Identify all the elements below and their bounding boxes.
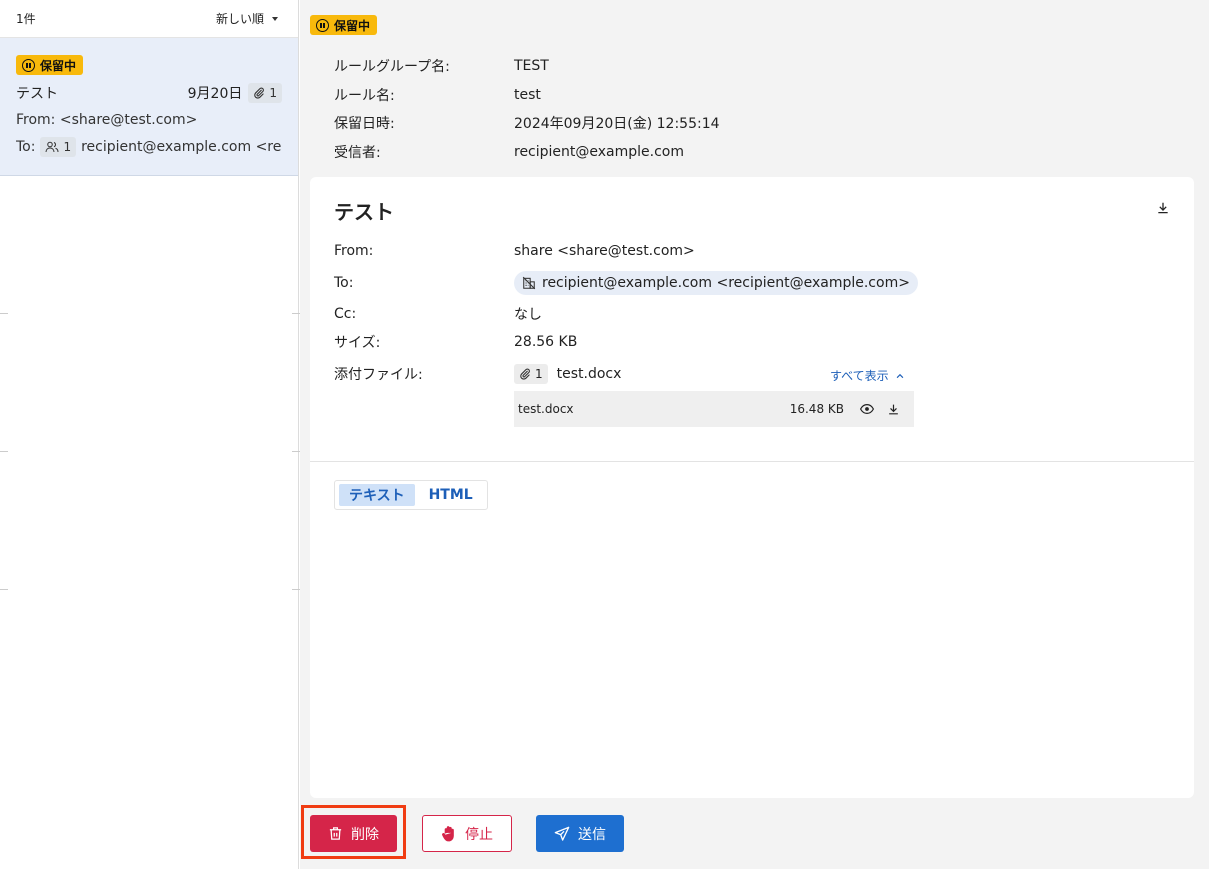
status-badge: 保留中 <box>16 55 84 75</box>
status-badge: 保留中 <box>310 15 378 35</box>
caret-down-icon <box>272 16 278 21</box>
to-label: To: <box>334 275 354 291</box>
attachment-count: 1 <box>269 86 277 100</box>
recipient-count-chip: 1 <box>40 137 77 157</box>
list-header: 1件 新しい順 <box>0 0 298 38</box>
attachment-summary: test.docx <box>556 366 622 382</box>
show-all-label: すべて表示 <box>830 369 889 383</box>
divider-tick <box>0 451 8 452</box>
status-badge-label: 保留中 <box>40 58 77 73</box>
item-to-label: To: <box>16 139 36 155</box>
info-value: 2024年09月20日(金) 12:55:14 <box>514 116 720 133</box>
size-label: サイズ: <box>334 335 381 351</box>
chevron-up-icon <box>896 373 904 378</box>
info-value: test <box>514 86 541 103</box>
send-icon <box>554 826 570 841</box>
tab-text[interactable]: テキスト <box>339 484 415 506</box>
send-button[interactable]: 送信 <box>536 815 624 852</box>
item-to: To: 1 recipient@example.com <rec... <box>16 137 282 157</box>
download-attachment-button[interactable] <box>880 403 906 416</box>
trash-icon <box>329 827 342 840</box>
mail-count: 1件 <box>16 12 36 26</box>
info-label: 保留日時: <box>334 116 395 133</box>
download-icon <box>888 404 898 414</box>
attachment-count: 1 <box>535 367 543 381</box>
sort-label: 新しい順 <box>215 12 264 26</box>
download-icon <box>1158 202 1168 214</box>
preview-attachment-button[interactable] <box>854 403 880 415</box>
show-all-attachments-link[interactable]: すべて表示 <box>830 367 905 384</box>
body-format-tabs: テキスト HTML <box>334 480 488 510</box>
mail-list-item[interactable]: 保留中 テスト 9月20日 1 From: <share@test.com> T… <box>0 38 298 176</box>
paperclip-icon <box>520 368 530 380</box>
item-to-text: recipient@example.com <rec... <box>81 139 282 155</box>
mail-list-pane: 1件 新しい順 保留中 テスト 9月20日 1 From: <share@tes… <box>0 0 299 869</box>
from-value: share <share@test.com> <box>514 243 695 259</box>
pause-icon <box>22 58 35 72</box>
item-subject: テスト <box>16 86 58 102</box>
info-value: recipient@example.com <box>514 143 685 160</box>
divider-tick <box>292 589 300 590</box>
divider-tick <box>0 589 8 590</box>
mail-detail-pane: 保留中 ルールグループ名: TEST ルール名: test 保留日時: 2024年09… <box>300 0 1209 869</box>
status-badge-label: 保留中 <box>334 18 371 33</box>
cc-value: なし <box>514 307 542 323</box>
tab-html[interactable]: HTML <box>419 484 483 506</box>
info-label: ルール名: <box>334 87 395 104</box>
divider-tick <box>0 313 8 314</box>
delete-button-label: 削除 <box>351 826 379 843</box>
building-icon <box>522 276 536 290</box>
attachment-count-chip: 1 <box>248 83 282 103</box>
attachment-row: test.docx 16.48 KB <box>514 391 914 427</box>
card-divider <box>310 461 1194 462</box>
divider-tick <box>292 313 300 314</box>
info-label: 受信者: <box>334 144 381 161</box>
item-date: 9月20日 <box>187 86 243 102</box>
attachment-name: test.docx <box>518 402 574 416</box>
recipient-chip-label: recipient@example.com <recipient@example… <box>542 275 910 291</box>
eye-icon <box>860 404 874 414</box>
delete-button[interactable]: 削除 <box>310 815 397 852</box>
sort-dropdown[interactable]: 新しい順 <box>216 10 278 27</box>
send-button-label: 送信 <box>578 826 606 843</box>
download-mail-button[interactable] <box>1156 201 1170 219</box>
divider-tick <box>292 451 300 452</box>
recipient-count: 1 <box>63 140 72 154</box>
users-icon <box>45 141 59 153</box>
recipient-chip[interactable]: recipient@example.com <recipient@example… <box>514 271 918 295</box>
mail-card: テスト From: share <share@test.com> To: reci… <box>310 177 1194 798</box>
size-value: 28.56 KB <box>514 334 578 350</box>
info-label: ルールグループ名: <box>334 59 450 76</box>
item-from: From: <share@test.com> <box>16 112 198 128</box>
stop-button[interactable]: 停止 <box>422 815 512 852</box>
stop-button-label: 停止 <box>465 826 493 843</box>
mail-subject: テスト <box>334 200 394 224</box>
hold-info: ルールグループ名: TEST ルール名: test 保留日時: 2024年09月20日… <box>334 52 720 166</box>
attachment-count-chip: 1 <box>514 364 548 384</box>
attachment-size: 16.48 KB <box>789 402 844 416</box>
from-label: From: <box>334 243 374 259</box>
attachments-label: 添付ファイル: <box>334 367 423 383</box>
cc-label: Cc: <box>334 306 357 322</box>
hand-icon <box>442 826 454 842</box>
paperclip-icon <box>254 87 265 99</box>
info-value: TEST <box>514 58 549 75</box>
pause-icon <box>316 18 329 32</box>
